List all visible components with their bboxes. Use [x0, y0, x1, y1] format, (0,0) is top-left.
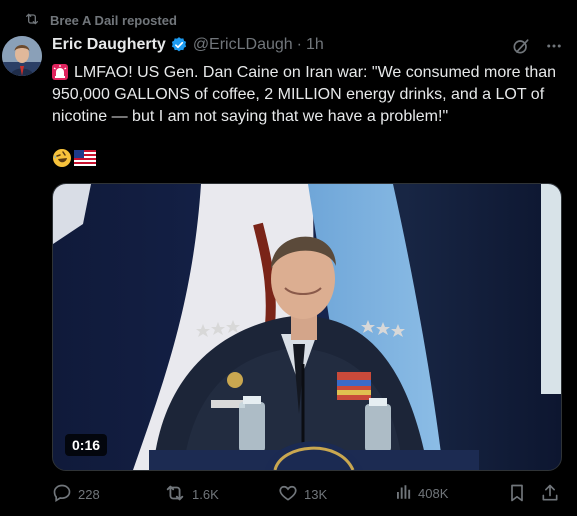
tweet[interactable]: Bree A Dail reposted Eric Daugherty @Eri…: [0, 0, 577, 516]
video-player[interactable]: 0:16: [52, 183, 562, 471]
author-name[interactable]: Eric Daugherty: [52, 36, 166, 54]
us-flag-icon: [74, 150, 96, 171]
siren-icon: [52, 64, 68, 80]
share-button[interactable]: [540, 483, 566, 506]
views-button[interactable]: 408K: [394, 483, 448, 504]
video-frame: [53, 184, 561, 470]
repost-count: 1.6K: [192, 487, 219, 502]
avatar[interactable]: [2, 36, 42, 76]
repost-label: Bree A Dail reposted: [50, 13, 177, 28]
grok-icon[interactable]: [511, 36, 531, 61]
repost-button[interactable]: 1.6K: [164, 483, 219, 506]
repost-indicator[interactable]: Bree A Dail reposted: [24, 12, 177, 29]
video-duration: 0:16: [65, 434, 108, 456]
header-actions: [511, 36, 563, 61]
like-count: 13K: [304, 487, 328, 502]
tweet-text-container: LMFAO! US Gen. Dan Caine on Iran war: "W…: [52, 62, 567, 128]
like-button[interactable]: 13K: [278, 483, 327, 506]
tweet-actions-bar: 228 1.6K 13K 408K: [52, 483, 562, 505]
repost-icon: [24, 12, 50, 29]
tweet-timestamp[interactable]: 1h: [306, 36, 324, 54]
tweet-header: Eric Daugherty @EricLDaugh · 1h: [52, 36, 324, 54]
reply-count: 228: [78, 487, 100, 502]
bookmark-icon: [508, 483, 532, 506]
rolling-on-floor-laughing-icon: [52, 148, 72, 173]
reply-icon: [52, 483, 78, 506]
header-separator: ·: [296, 36, 302, 53]
reply-button[interactable]: 228: [52, 483, 100, 506]
bookmark-button[interactable]: [508, 483, 532, 506]
repost-icon: [164, 483, 192, 506]
views-icon: [394, 483, 418, 504]
share-icon: [540, 483, 566, 506]
tweet-text: LMFAO! US Gen. Dan Caine on Iran war: "W…: [52, 64, 557, 125]
tweet-emojis: [52, 148, 96, 173]
author-handle[interactable]: @EricLDaugh: [193, 36, 293, 54]
like-icon: [278, 483, 304, 506]
views-count: 408K: [418, 486, 449, 501]
verified-icon[interactable]: [170, 36, 188, 54]
more-icon[interactable]: [545, 37, 563, 60]
